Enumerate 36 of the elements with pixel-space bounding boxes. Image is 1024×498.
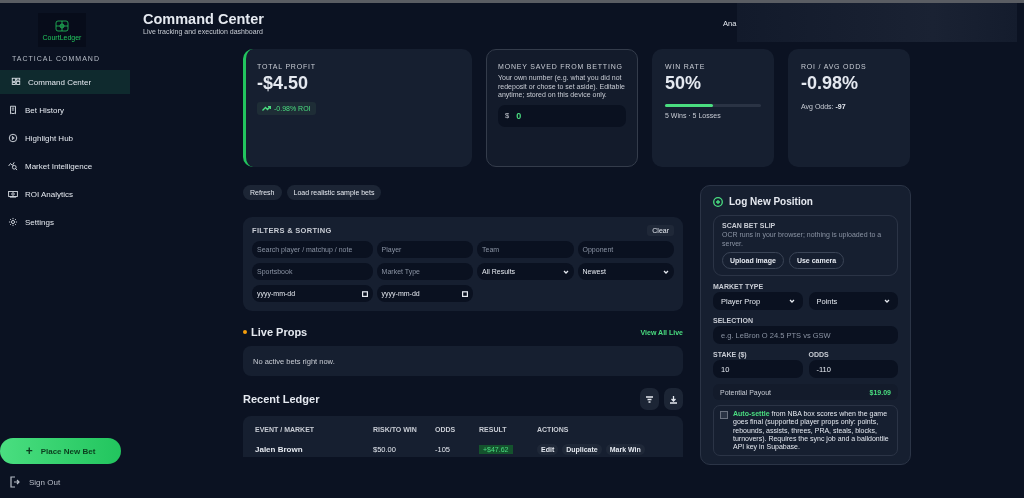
chevron-down-icon <box>562 269 569 274</box>
download-button[interactable] <box>664 388 683 410</box>
section-title: Live Props <box>251 326 308 338</box>
sidebar-nav-item[interactable]: Highlight Hub <box>0 126 130 150</box>
calendar-icon <box>462 290 469 297</box>
sidebar-nav-item[interactable]: Market Intelligence <box>0 154 130 178</box>
add-circle-icon <box>713 196 723 207</box>
sign-out-button[interactable]: Sign Out <box>0 464 130 498</box>
chevron-down-icon <box>884 299 890 303</box>
sidebar-nav-item[interactable]: Command Center <box>0 70 130 94</box>
sign-out-icon <box>10 476 20 488</box>
cash-icon <box>8 189 18 199</box>
sidebar-nav-item[interactable]: ROI Analytics <box>0 182 130 206</box>
section-title: Recent Ledger <box>243 393 320 405</box>
grid-icon <box>11 77 21 87</box>
chevron-down-icon <box>788 299 795 303</box>
live-dot <box>243 330 247 334</box>
stat-value: -$4.50 <box>257 73 310 94</box>
table-cell-text: Jalen Brown <box>255 444 304 456</box>
settings-icon <box>8 217 18 227</box>
checkbox[interactable] <box>720 411 728 419</box>
chevron-down-icon <box>663 269 669 274</box>
place-new-bet-button[interactable]: + Place New Bet <box>0 438 121 464</box>
sidebar-nav-item[interactable]: Bet History <box>0 98 130 122</box>
download-icon <box>669 394 678 404</box>
receipt-icon <box>8 105 18 115</box>
stat-value: 50% <box>665 73 703 94</box>
page-title: Command Center <box>143 11 264 27</box>
filter-button[interactable] <box>640 388 659 410</box>
chart-search-icon <box>8 161 18 171</box>
stat-value: -0.98% <box>801 73 860 94</box>
calendar-icon <box>361 290 368 297</box>
filter-icon <box>645 394 654 404</box>
panel-title: Log New Position <box>729 196 813 207</box>
play-icon <box>8 133 18 143</box>
sidebar-nav-item[interactable]: Settings <box>0 210 130 234</box>
